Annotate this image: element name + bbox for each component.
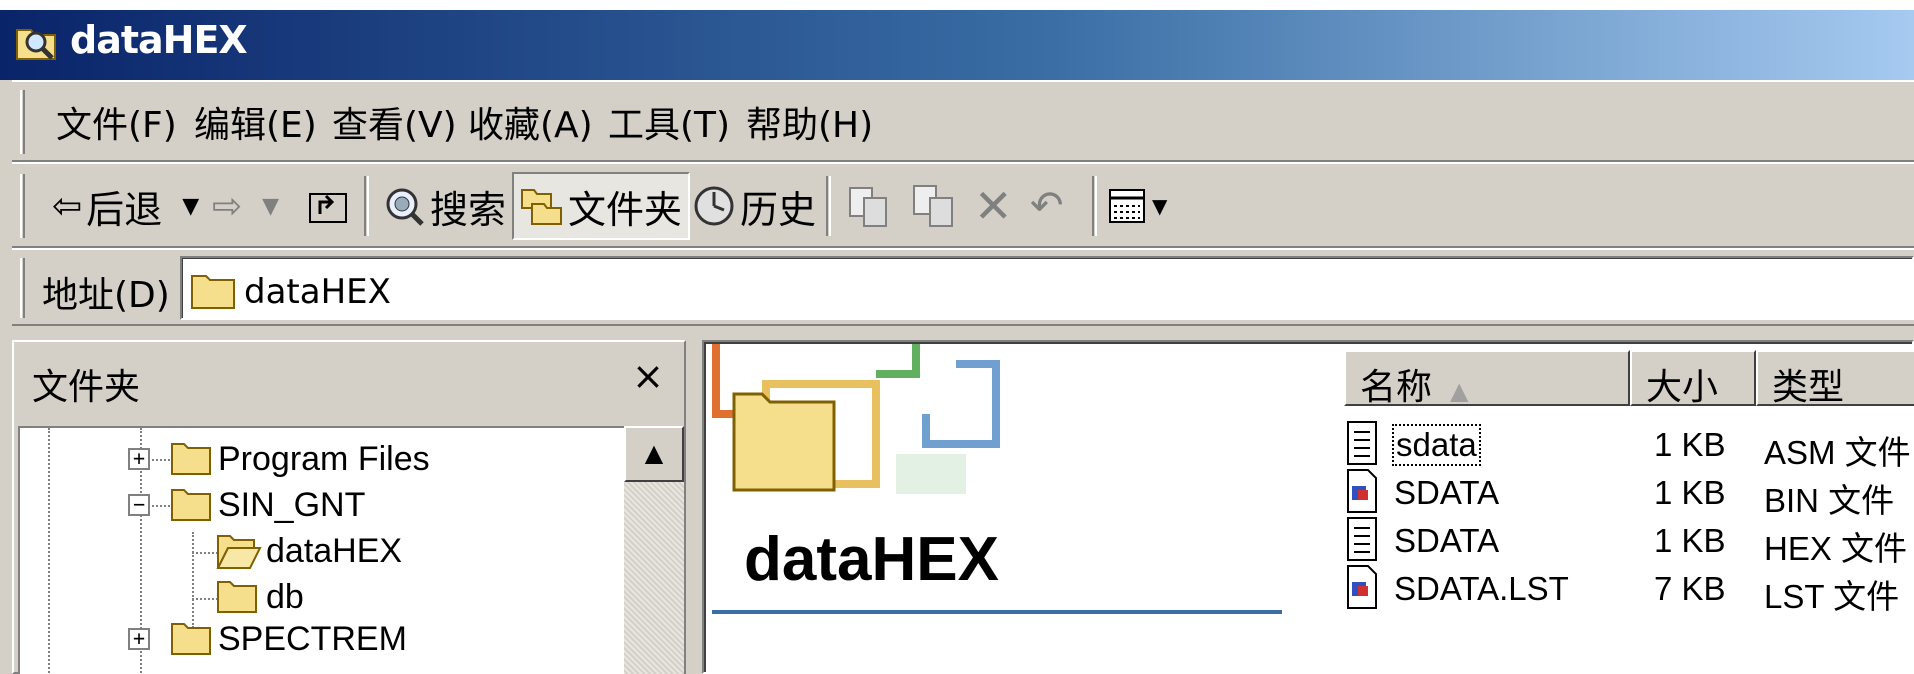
tree-line	[152, 459, 170, 461]
menu-tools[interactable]: 工具(T)	[608, 96, 730, 148]
content-pane: dataHEX 名称 ▲ 大小 类型 sdata 1 KB ASM 文件 SDAT…	[702, 340, 1914, 674]
tree-line	[192, 598, 218, 600]
binary-file-icon	[1347, 469, 1377, 513]
tree-item-program-files[interactable]: Program Files	[218, 440, 430, 479]
copy-to-icon	[913, 185, 953, 227]
toolbar-separator	[364, 176, 369, 236]
menu-view[interactable]: 查看(V)	[332, 96, 457, 148]
open-folder-icon	[216, 535, 262, 569]
column-header-size[interactable]: 大小	[1630, 350, 1756, 408]
close-pane-icon[interactable]: ×	[632, 354, 664, 398]
file-name: SDATA	[1394, 522, 1500, 559]
scroll-up-button[interactable]: ▲	[624, 426, 684, 482]
toolbar-grip[interactable]	[20, 174, 25, 238]
views-dropdown-icon[interactable]: ▼	[1152, 194, 1167, 218]
tree-line	[192, 552, 218, 554]
title-bar[interactable]: dataHEX	[0, 0, 1914, 80]
search-icon	[386, 188, 424, 226]
tree-line	[152, 505, 170, 507]
tree-line	[48, 428, 50, 674]
search-folder-icon	[16, 29, 56, 60]
folder-icon	[191, 275, 235, 309]
delete-button[interactable]: ✕	[974, 172, 1013, 240]
folder-icon	[171, 489, 211, 521]
history-button[interactable]: 历史	[692, 172, 816, 240]
folder-pane: 文件夹 × + Program Files − SIN_GNT dataHEX …	[12, 340, 686, 674]
tree-line	[192, 532, 194, 628]
folder-icon	[171, 623, 211, 655]
move-to-icon	[849, 187, 887, 227]
file-name: sdata	[1392, 424, 1481, 466]
toolbar-separator	[1092, 176, 1097, 236]
back-arrow-icon: ⇦	[52, 185, 83, 227]
forward-button[interactable]: ⇨ ▼	[212, 172, 279, 240]
folders-button[interactable]: 文件夹	[512, 172, 691, 240]
folder-tree: + Program Files − SIN_GNT dataHEX db + S…	[18, 426, 638, 674]
file-size: 1 KB	[1654, 426, 1726, 463]
binary-file-icon	[1347, 565, 1377, 609]
views-button[interactable]: ▼	[1108, 172, 1167, 240]
undo-icon: ↶	[1030, 183, 1064, 229]
file-type: LST 文件	[1764, 578, 1900, 615]
column-header-name[interactable]: 名称 ▲	[1344, 350, 1630, 408]
address-value: dataHEX	[244, 272, 391, 312]
menu-grip[interactable]	[20, 90, 25, 154]
back-button[interactable]: ⇦ 后退 ▼	[52, 172, 199, 240]
folder-pane-title: 文件夹	[32, 367, 141, 408]
vertical-scrollbar[interactable]: ▲	[624, 426, 684, 674]
title-underline	[712, 610, 1282, 614]
toolbar-separator	[826, 176, 831, 236]
window-title: dataHEX	[70, 18, 248, 62]
tree-item-db[interactable]: db	[266, 578, 304, 617]
menu-help[interactable]: 帮助(H)	[746, 96, 873, 148]
folder-banner-graphic	[712, 344, 1000, 494]
folder-up-icon	[309, 193, 347, 223]
folder-title: dataHEX	[744, 525, 999, 594]
tree-item-datahex[interactable]: dataHEX	[266, 532, 402, 571]
back-dropdown-icon[interactable]: ▼	[182, 194, 199, 219]
address-label: 地址(D)	[42, 275, 170, 316]
menu-bar: 文件(F) 编辑(E) 查看(V) 收藏(A) 工具(T) 帮助(H)	[12, 80, 1914, 162]
forward-arrow-icon: ⇨	[212, 185, 243, 227]
tree-item-spectrem[interactable]: SPECTREM	[218, 620, 407, 659]
address-bar: 地址(D) dataHEX	[12, 248, 1914, 326]
tree-item-sin-gnt[interactable]: SIN_GNT	[218, 486, 365, 525]
standard-toolbar: ⇦ 后退 ▼ ⇨ ▼ 搜索 文件夹 历史 ✕ ↶ ▼	[12, 162, 1914, 248]
file-row[interactable]: SDATA.LST 7 KB LST 文件	[1344, 560, 1904, 616]
search-button[interactable]: 搜索	[382, 172, 506, 240]
folder-icon	[171, 443, 211, 475]
expand-icon[interactable]: +	[128, 448, 150, 470]
undo-button[interactable]: ↶	[1030, 172, 1064, 240]
menu-edit[interactable]: 编辑(E)	[194, 96, 317, 148]
file-size: 7 KB	[1654, 570, 1726, 607]
folder-icon	[217, 581, 257, 613]
file-size: 1 KB	[1654, 474, 1726, 511]
file-name: SDATA.LST	[1394, 570, 1569, 607]
file-size: 1 KB	[1654, 522, 1726, 559]
move-to-button[interactable]	[846, 172, 890, 240]
sort-ascending-icon: ▲	[1450, 377, 1469, 405]
up-arrow-icon: ▲	[644, 439, 664, 467]
column-header-type[interactable]: 类型	[1756, 350, 1914, 408]
copy-to-button[interactable]	[912, 172, 956, 240]
menu-file[interactable]: 文件(F)	[56, 96, 177, 148]
text-file-icon	[1347, 421, 1377, 465]
forward-dropdown-icon[interactable]: ▼	[262, 194, 279, 219]
folders-icon	[521, 189, 562, 225]
address-input[interactable]: dataHEX	[180, 256, 1914, 320]
address-grip[interactable]	[20, 258, 25, 318]
menu-favorites[interactable]: 收藏(A)	[468, 96, 593, 148]
file-name: SDATA	[1394, 474, 1500, 511]
expand-icon[interactable]: +	[128, 628, 150, 650]
up-folder-button[interactable]	[308, 172, 350, 240]
views-icon	[1109, 189, 1145, 223]
text-file-icon	[1347, 517, 1377, 561]
delete-x-icon: ✕	[974, 179, 1013, 233]
history-icon	[694, 186, 734, 226]
collapse-icon[interactable]: −	[128, 494, 150, 516]
